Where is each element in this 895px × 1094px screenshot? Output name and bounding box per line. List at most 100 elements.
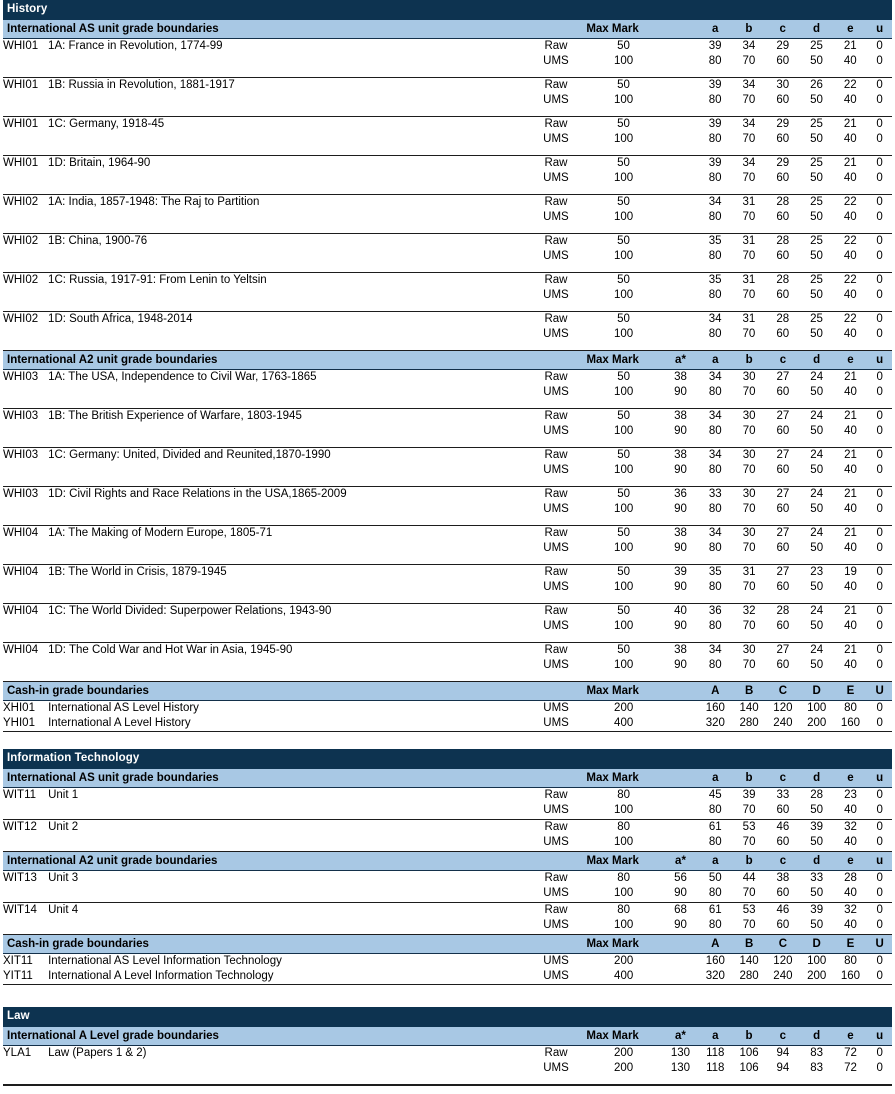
table-row: UMS 100 90 80 70 60 50 40 0: [3, 541, 892, 556]
grade-value: 32: [844, 904, 857, 916]
unit-title: [48, 918, 527, 933]
max-mark-value: 50: [617, 449, 631, 461]
max-mark-value: 80: [617, 872, 631, 884]
mark-type: Raw: [544, 566, 568, 578]
unit-code: WHI04: [3, 566, 39, 578]
grade-value-spacer: [662, 210, 698, 225]
max-mark-value: 50: [617, 274, 630, 286]
grade-value-spacer: [662, 117, 698, 133]
section-header-row: International A2 unit grade boundaries Ma…: [3, 852, 892, 871]
unit-title: Law (Papers 1 & 2): [48, 1047, 147, 1059]
grade-header-u: u: [867, 1027, 892, 1046]
grade-value: 34: [708, 371, 722, 383]
unit-title: [48, 132, 527, 147]
grade-value: 0: [876, 94, 883, 106]
grade-value: 22: [843, 235, 857, 247]
grade-value: 21: [844, 449, 857, 461]
table-row: UMS 100 80 70 60 50 40 0: [3, 327, 892, 342]
max-mark-value: 50: [617, 566, 631, 578]
grade-value: 0: [876, 118, 883, 130]
grade-value: 0: [876, 804, 883, 816]
grade-value-spacer: [663, 969, 699, 984]
grade-header-e: e: [833, 351, 868, 370]
unit-title: [48, 327, 527, 342]
grade-value: 40: [844, 620, 857, 632]
grade-value: 0: [876, 919, 883, 931]
grade-value: 0: [876, 970, 883, 982]
unit-code: YHI01: [3, 717, 35, 729]
grade-value: 50: [810, 542, 824, 554]
table-row: UMS 100 90 80 70 60 50 40 0: [3, 580, 892, 595]
max-mark-value: 100: [613, 211, 634, 223]
grade-value: 0: [876, 620, 883, 632]
unit-code: [3, 132, 48, 147]
grade-value: 40: [843, 94, 857, 106]
grade-value: 30: [742, 488, 756, 500]
grade-value: 40: [844, 836, 857, 848]
unit-title: Unit 2: [48, 821, 79, 833]
grade-value-spacer: [662, 273, 698, 289]
grade-header-spacer: [662, 769, 699, 788]
grade-value: 60: [776, 328, 790, 340]
grade-value: 0: [876, 527, 883, 539]
unit-code: WHI01: [3, 157, 39, 169]
grade-value: 50: [810, 836, 824, 848]
grade-value-spacer: [662, 288, 698, 303]
max-mark-value: 50: [617, 79, 630, 91]
subject-band: Information Technology: [3, 749, 892, 769]
grade-value: 32: [844, 821, 857, 833]
grade-header-a: A: [698, 935, 733, 954]
max-mark-value: 100: [614, 887, 634, 899]
section-header-row: International A2 unit grade boundaries Ma…: [3, 351, 892, 370]
unit-title: [48, 580, 527, 595]
grade-value-spacer: [662, 39, 698, 55]
grade-value: 40: [844, 542, 857, 554]
row-gap: [3, 303, 892, 311]
grade-value: 70: [742, 464, 756, 476]
max-mark-value: 80: [617, 904, 631, 916]
grade-value: 70: [742, 919, 756, 931]
grade-value: 40: [844, 581, 857, 593]
grade-value: 120: [773, 955, 793, 967]
row-gap: [3, 186, 892, 194]
max-mark-value: 50: [617, 410, 631, 422]
grade-value: 27: [776, 449, 790, 461]
unit-code: [3, 619, 48, 634]
grade-value: 70: [742, 804, 756, 816]
grade-value-spacer: [663, 803, 699, 818]
unit-code: [3, 918, 48, 933]
table-row: YHI01 International A Level History UMS 400…: [3, 716, 892, 731]
unit-code: [3, 886, 48, 901]
table-row: WHI03 1A: The USA, Independence to Civil …: [3, 370, 892, 386]
grade-value: 80: [708, 133, 722, 145]
grade-value: 35: [708, 274, 722, 286]
row-gap: [3, 478, 892, 486]
grade-value: 70: [742, 133, 756, 145]
mark-type: Raw: [544, 821, 568, 833]
grade-header-c: c: [766, 351, 800, 370]
unit-title: 1C: Russia, 1917-91: From Lenin to Yelts…: [48, 274, 267, 286]
grade-header-e: E: [833, 935, 868, 954]
unit-title: [48, 54, 527, 69]
subject-band: Law: [3, 1007, 892, 1027]
mark-type: UMS: [543, 1062, 569, 1074]
grade-value: 25: [810, 235, 823, 247]
grade-value: 80: [708, 919, 722, 931]
grade-value: 28: [844, 872, 857, 884]
subject-band: History: [3, 0, 892, 20]
grade-value: 23: [810, 566, 824, 578]
grade-value: 28: [776, 313, 790, 325]
grade-value: 39: [810, 904, 824, 916]
table-row: UMS 100 80 70 60 50 40 0: [3, 93, 892, 108]
grade-value: 0: [876, 581, 883, 593]
grade-header-spacer: [662, 935, 699, 954]
grade-header-e: e: [833, 769, 868, 788]
unit-title: [48, 93, 527, 108]
table-row: UMS 100 90 80 70 60 50 40 0: [3, 619, 892, 634]
grade-value: 70: [742, 887, 756, 899]
grade-value: 70: [742, 172, 756, 184]
grade-value: 34: [708, 527, 722, 539]
mark-type: UMS: [543, 581, 569, 593]
table-row: UMS 100 80 70 60 50 40 0: [3, 210, 892, 225]
mark-type: UMS: [543, 55, 569, 67]
